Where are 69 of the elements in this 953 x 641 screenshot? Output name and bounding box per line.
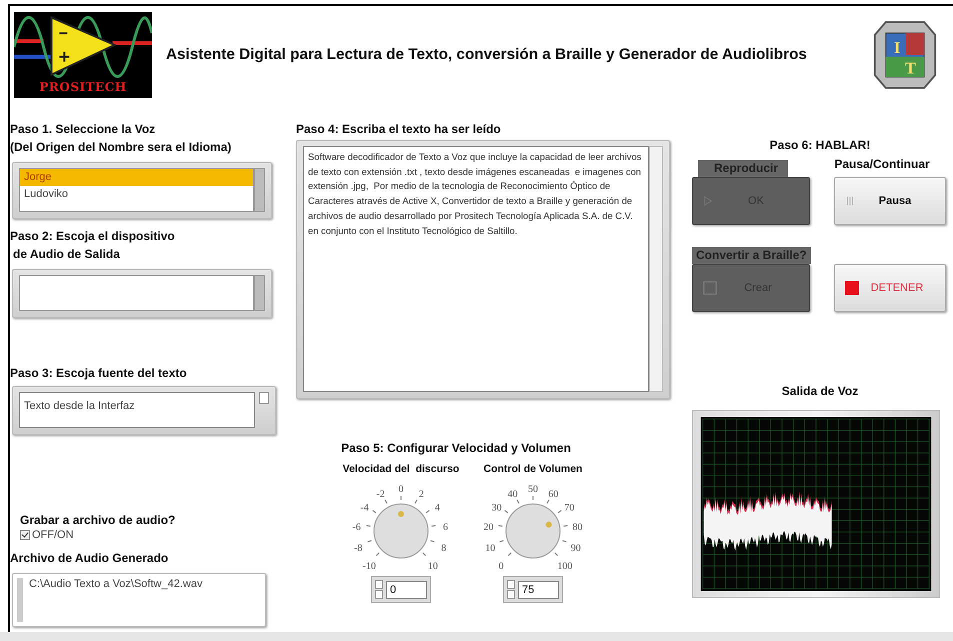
record-checkbox[interactable]: OFF/ON [10,529,292,541]
scrollbar[interactable] [254,275,265,311]
button-label: Reproducir [698,160,788,177]
source-selector[interactable]: Texto desde la Interfaz [12,386,276,435]
voice-list-item[interactable]: Ludoviko [20,186,253,203]
source-label: Paso 3: Escoja fuente del texto [10,365,188,382]
text-input-label: Paso 4: Escriba el texto ha ser leído [296,121,502,138]
dial-label: 0 [398,484,404,495]
scrollbar[interactable] [649,146,663,392]
record-label: Grabar a archivo de audio? [19,512,176,529]
dial-label: 60 [548,488,558,500]
device-label: Paso 2: Escoja el dispositivo de Audio de Salida [10,228,176,263]
dial-label: 0 [498,560,504,572]
voice-label: Paso 1. Seleccione la Voz (Del Origen del Nombre sera el Idioma) [10,121,232,156]
numeric-control[interactable]: 75 [503,576,563,603]
graph-title: Salida de Voz [780,383,860,400]
settings-title: Paso 5: Configurar Velocidad y Volumen [340,440,572,457]
dial-label: 30 [492,502,502,514]
dial-label: 10 [485,542,496,554]
numeric-value[interactable]: 0 [386,580,427,598]
knob-marker[interactable] [398,511,404,517]
action-button[interactable]: Pausa [834,177,946,225]
audio-file-field[interactable]: C:\Audio Texto a Voz\Softw_42.wav [12,573,266,627]
device-listbox[interactable] [12,269,272,318]
pause-icon [845,196,855,206]
dial-label: -10 [362,560,376,572]
dial-label: 10 [428,560,438,572]
dial-label: -2 [376,488,385,500]
text-area-content: Software decodificador de Texto a Voz que incluye la capacidad de leer archivos de texto con extensión .txt , texto desde imágenes escaneadas e imagenes con extensión .jpg, Por medio de la tecnologia de Reconocimiento Óptico de Caracteres através de Active X, Convertidor de texto a Braille y generación de archivos de audio desarrollado por Prositech Tecnología Aplicada S.A. de C.V. en conjunto con el Instituto Tecnológico de Saltillo. [308,150,642,238]
knob-label: Velocidad del discurso [342,463,460,475]
button-label: Convertir a Braille? [692,247,811,264]
dial-label: -8 [354,542,362,554]
numeric-value[interactable]: 75 [518,580,559,598]
checkbox-icon [703,281,717,295]
spinner-icon[interactable] [259,392,269,404]
emblem-letter: T [905,58,916,78]
dial-label: 100 [557,560,572,572]
scrollbar[interactable] [254,168,265,212]
dial-label: 80 [572,522,582,533]
spinner-icon[interactable] [507,580,515,599]
audio-file-label: Archivo de Audio Generado [10,550,170,567]
button-label: Pausa/Continuar [834,156,930,173]
play-icon [703,196,713,206]
dial-label: -4 [360,502,369,514]
source-value: Texto desde la Interfaz [24,400,135,412]
spinner-icon[interactable] [375,580,383,599]
speak-title: Paso 6: HABLAR! [768,137,872,154]
dial-label: 90 [570,542,581,554]
logo-text: PROSITECH [39,80,127,94]
knob-label: Control de Volumen [484,463,582,475]
emblem-letter: I [894,38,900,58]
dial-label: 4 [434,502,440,514]
numeric-control[interactable]: 0 [371,576,431,603]
text-area[interactable] [296,140,670,399]
dial-label: -6 [352,522,361,533]
window-title: Asistente Digital para Lectura de Texto, conversión a Braille y Generador de Audiolibros [166,46,808,64]
dial-label: 6 [442,522,448,533]
dial-label: 8 [441,542,446,554]
action-button[interactable]: DETENER [834,264,946,312]
dial-label: 20 [484,522,494,533]
stop-icon [845,281,859,295]
dial-label: 70 [564,502,574,514]
dial-label: 2 [418,488,424,500]
audio-file-path: C:\Audio Texto a Voz\Softw_42.wav [29,578,202,592]
checkbox-icon[interactable] [20,530,30,540]
voice-listbox[interactable]: Jorge Ludoviko [12,162,272,219]
dial-label: 50 [528,484,538,495]
dial-label: 40 [508,488,518,500]
knob-marker[interactable] [546,522,552,528]
